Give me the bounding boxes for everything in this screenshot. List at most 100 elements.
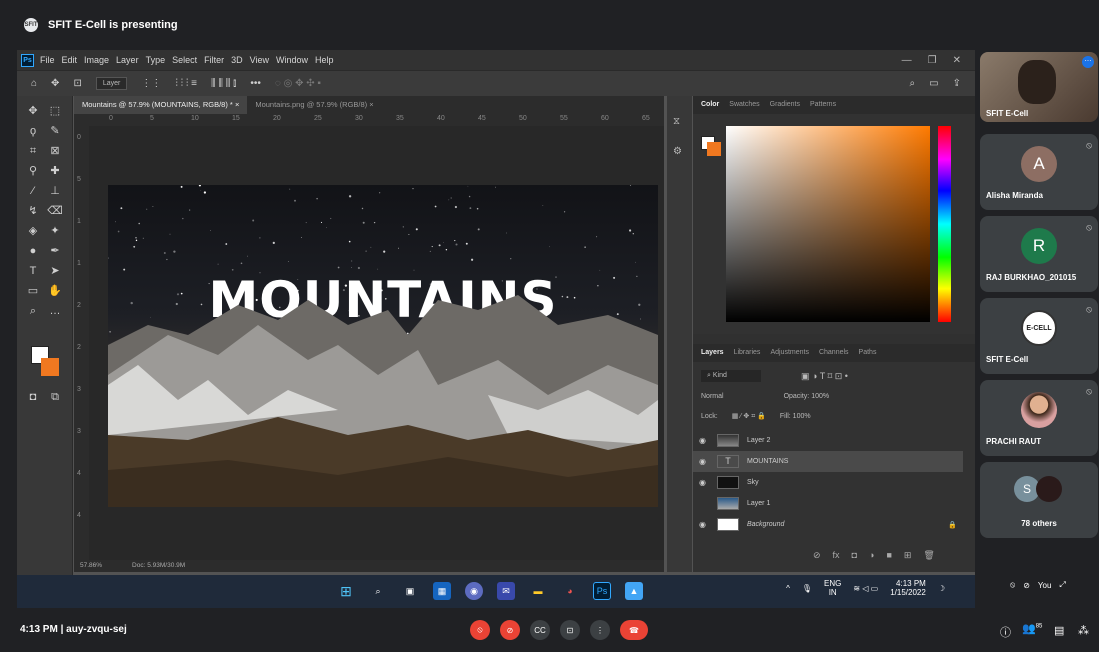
menu-select[interactable]: Select xyxy=(172,55,197,65)
leave-call-button[interactable]: ☎ xyxy=(620,620,648,640)
meeting-details-icon[interactable]: ⓘ xyxy=(1000,624,1011,640)
more-icon[interactable]: ••• xyxy=(250,78,261,89)
camera-off-button[interactable]: ⊘ xyxy=(500,620,520,640)
wifi-volume-battery-icons[interactable]: ≋ ◁ ▭ xyxy=(853,584,878,593)
participant-tile[interactable]: ⦸ R RAJ BURKHAO_201015 xyxy=(980,216,1098,292)
adjustment-icon[interactable]: ◑ xyxy=(869,550,874,561)
bucket-tool-icon[interactable]: ◈ xyxy=(23,222,43,240)
quick-mask-icon[interactable]: ◘ xyxy=(23,388,43,406)
widgets-icon[interactable]: ▦ xyxy=(433,582,451,600)
doc-size-readout[interactable]: Doc: 5.93M/30.9M xyxy=(132,560,185,572)
hand-tool-icon[interactable]: ✋ xyxy=(45,282,65,300)
participant-tile[interactable]: ⦸ E-CELL SFIT E-Cell xyxy=(980,298,1098,374)
participant-tile[interactable]: ⦸ A Alisha Miranda xyxy=(980,134,1098,210)
hue-slider[interactable] xyxy=(938,126,951,322)
menu-layer[interactable]: Layer xyxy=(116,55,139,65)
pen-tool-icon[interactable]: ✒ xyxy=(45,242,65,260)
file-explorer-icon[interactable]: ▬ xyxy=(529,582,547,600)
group-icon[interactable]: ■ xyxy=(886,550,891,561)
menu-type[interactable]: Type xyxy=(146,55,166,65)
color-field[interactable] xyxy=(726,126,930,322)
zoom-tool-icon[interactable]: ⌕ xyxy=(23,302,43,320)
clock[interactable]: 4:13 PM 1/15/2022 xyxy=(890,579,926,597)
opacity-value[interactable]: 100% xyxy=(811,393,829,400)
workspace-icon[interactable]: ▭ xyxy=(929,78,938,89)
task-view-icon[interactable]: ▣ xyxy=(401,582,419,600)
home-icon[interactable]: ⌂ xyxy=(31,78,37,89)
healing-tool-icon[interactable]: ✚ xyxy=(45,162,65,180)
menu-image[interactable]: Image xyxy=(84,55,109,65)
quick-select-tool-icon[interactable]: ✎ xyxy=(45,122,65,140)
frame-tool-icon[interactable]: ⊠ xyxy=(45,142,65,160)
trash-icon[interactable]: 🗑 xyxy=(923,550,934,561)
tab-paths[interactable]: Paths xyxy=(859,344,877,362)
move-tool-icon[interactable]: ✥ xyxy=(51,78,59,89)
new-layer-icon[interactable]: ⊞ xyxy=(904,550,912,561)
others-tile[interactable]: S 78 others xyxy=(980,462,1098,538)
menu-3d[interactable]: 3D xyxy=(231,55,243,65)
more-tools-icon[interactable]: … xyxy=(45,302,65,320)
menu-edit[interactable]: Edit xyxy=(62,55,78,65)
tab-layers[interactable]: Layers xyxy=(701,344,724,362)
search-icon[interactable]: ⌕ xyxy=(369,582,387,600)
layer-row[interactable]: ◉ Sky xyxy=(693,472,963,493)
eraser-tool-icon[interactable]: ⌫ xyxy=(45,202,65,220)
mic-icon[interactable]: 🎙 xyxy=(802,584,812,593)
type-tool-icon[interactable]: T xyxy=(23,262,43,280)
tab-mountains-png[interactable]: Mountains.png @ 57.9% (RGB/8) × xyxy=(247,96,381,114)
presenter-video-tile[interactable]: ⋯ SFIT E-Cell xyxy=(980,52,1098,122)
mail-icon[interactable]: ✉ xyxy=(497,582,515,600)
layer-row[interactable]: ◉ Background 🔒 xyxy=(693,514,963,535)
more-options-button[interactable]: ⋮ xyxy=(590,620,610,640)
kind-filter[interactable]: ⌕ Kind xyxy=(701,370,761,382)
path-select-icon[interactable]: ➤ xyxy=(45,262,65,280)
menu-window[interactable]: Window xyxy=(276,55,308,65)
self-view-bar[interactable]: ⦸ ⊘ You ⤢ xyxy=(1010,580,1066,590)
tab-mountains-psd[interactable]: Mountains @ 57.9% (MOUNTAINS, RGB/8) * × xyxy=(74,96,248,114)
rectangle-tool-icon[interactable]: ▭ xyxy=(23,282,43,300)
menu-filter[interactable]: Filter xyxy=(204,55,224,65)
tab-channels[interactable]: Channels xyxy=(819,344,849,362)
restore-icon[interactable]: ❐ xyxy=(928,55,937,66)
fill-value[interactable]: 100% xyxy=(793,413,811,420)
photos-icon[interactable]: ▲ xyxy=(625,582,643,600)
layer-row[interactable]: ◉ Layer 2 xyxy=(693,430,963,451)
brush-tool-icon[interactable]: ⁄ xyxy=(23,182,43,200)
mask-icon[interactable]: ◘ xyxy=(852,550,857,561)
background-color-swatch[interactable] xyxy=(41,358,59,376)
canvas-area[interactable]: MOUNTAINS xyxy=(89,126,664,560)
layer-row[interactable]: ◉ T MOUNTAINS xyxy=(693,451,963,472)
document-canvas[interactable]: MOUNTAINS xyxy=(108,185,658,507)
tab-color[interactable]: Color xyxy=(701,96,719,114)
eye-icon[interactable]: ◉ xyxy=(699,520,709,529)
eyedropper-tool-icon[interactable]: ⚲ xyxy=(23,162,43,180)
present-button[interactable]: ⊡ xyxy=(560,620,580,640)
eye-icon[interactable]: ◉ xyxy=(699,478,709,487)
crop-tool-icon[interactable]: ⌗ xyxy=(23,142,43,160)
eye-icon[interactable]: ◉ xyxy=(699,436,709,445)
tab-libraries[interactable]: Libraries xyxy=(734,344,761,362)
menu-help[interactable]: Help xyxy=(315,55,334,65)
dodge-tool-icon[interactable]: ● xyxy=(23,242,43,260)
share-icon[interactable]: ⇪ xyxy=(953,78,961,89)
language-indicator[interactable]: ENG IN xyxy=(824,579,841,597)
close-icon[interactable]: ✕ xyxy=(953,55,961,66)
marquee-tool-icon[interactable]: ⬚ xyxy=(45,102,65,120)
screen-mode-icon[interactable]: ⧉ xyxy=(45,388,65,406)
filter-type-icons[interactable]: ▣ ◑ T ⌑ ⊡ • xyxy=(801,371,848,382)
photoshop-taskbar-icon[interactable]: Ps xyxy=(593,582,611,600)
properties-panel-icon[interactable]: ⚙ xyxy=(673,146,682,157)
windows-start-icon[interactable]: ⊞ xyxy=(337,582,355,600)
align-icons[interactable]: ⫶ ⫶ ⫶ ≡ xyxy=(175,78,197,89)
people-icon[interactable]: 👥85 xyxy=(1022,622,1042,635)
history-panel-icon[interactable]: ⧖ xyxy=(673,116,680,127)
tab-swatches[interactable]: Swatches xyxy=(729,96,759,114)
transform-controls-icon[interactable]: ⋮⋮ xyxy=(141,78,161,89)
stamp-tool-icon[interactable]: ⊥ xyxy=(45,182,65,200)
chat-icon[interactable]: ▤ xyxy=(1054,624,1064,637)
auto-select-icon[interactable]: ⊡ xyxy=(73,78,81,89)
expand-icon[interactable]: ⤢ xyxy=(1059,580,1065,590)
notifications-icon[interactable]: ☽ xyxy=(938,584,945,593)
blur-tool-icon[interactable]: ✦ xyxy=(45,222,65,240)
captions-button[interactable]: CC xyxy=(530,620,550,640)
